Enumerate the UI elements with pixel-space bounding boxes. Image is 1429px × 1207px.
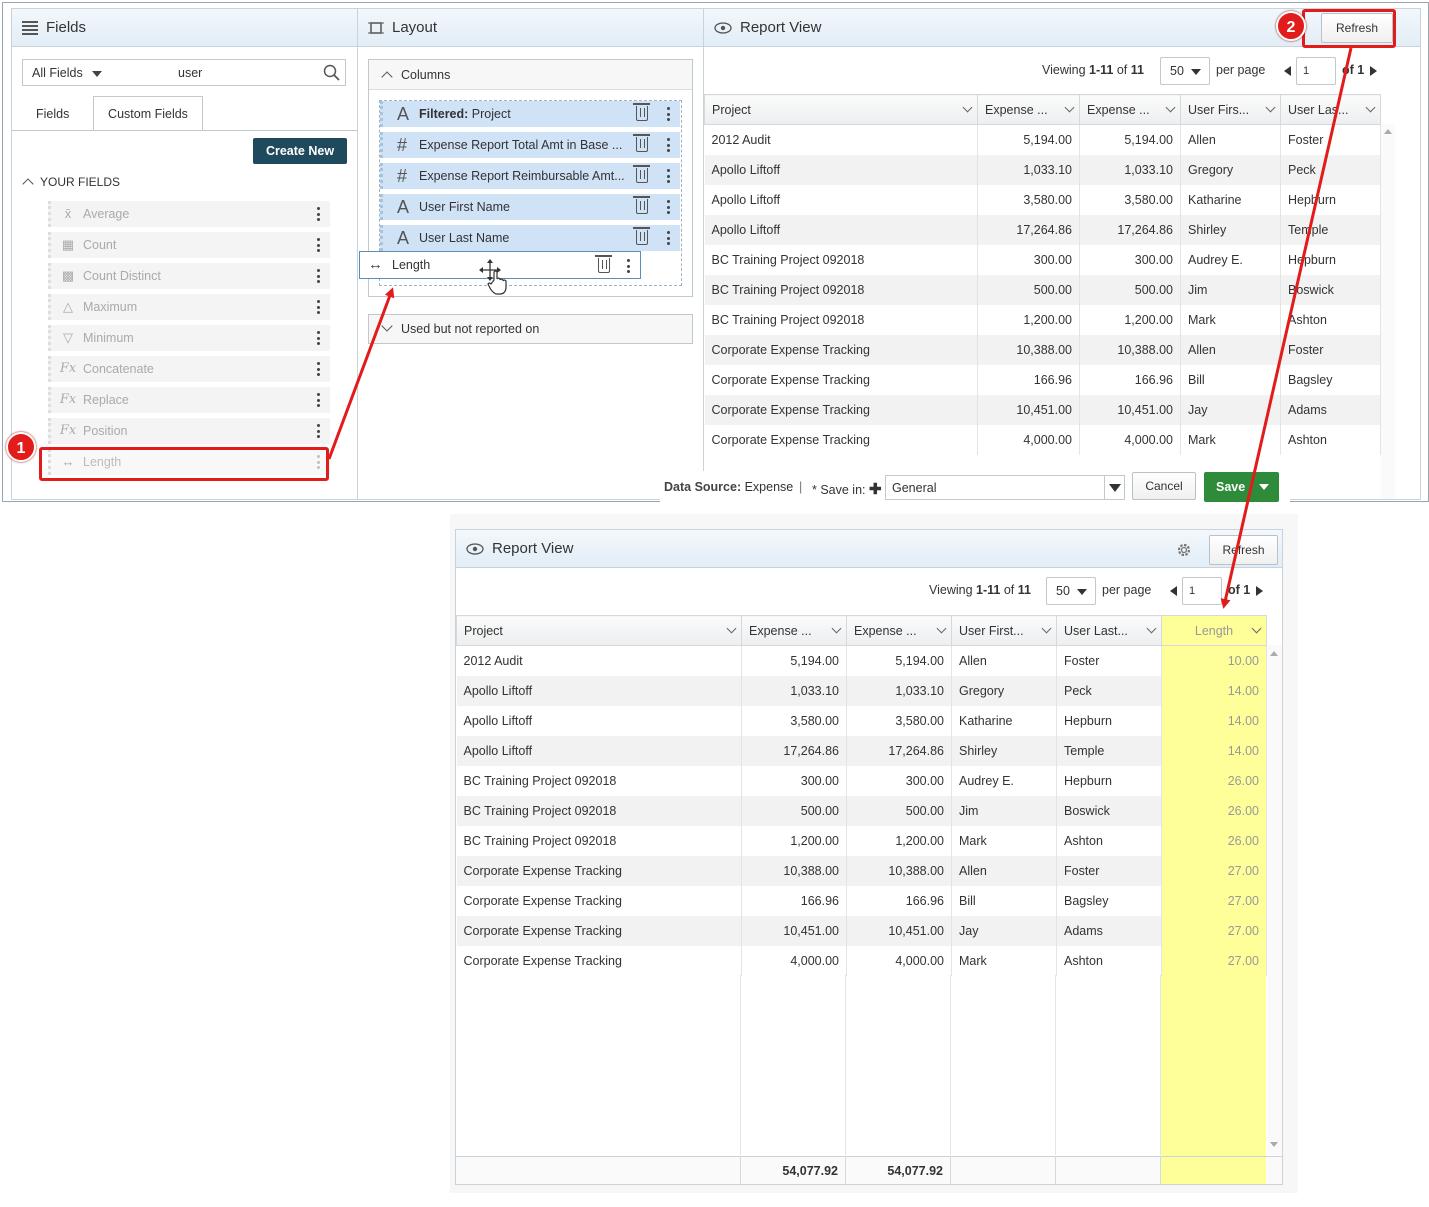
arrow-refresh-to-length-column <box>1220 47 1353 609</box>
arrow-drag-to-columns <box>327 287 395 460</box>
annotation-arrows <box>327 47 1353 609</box>
